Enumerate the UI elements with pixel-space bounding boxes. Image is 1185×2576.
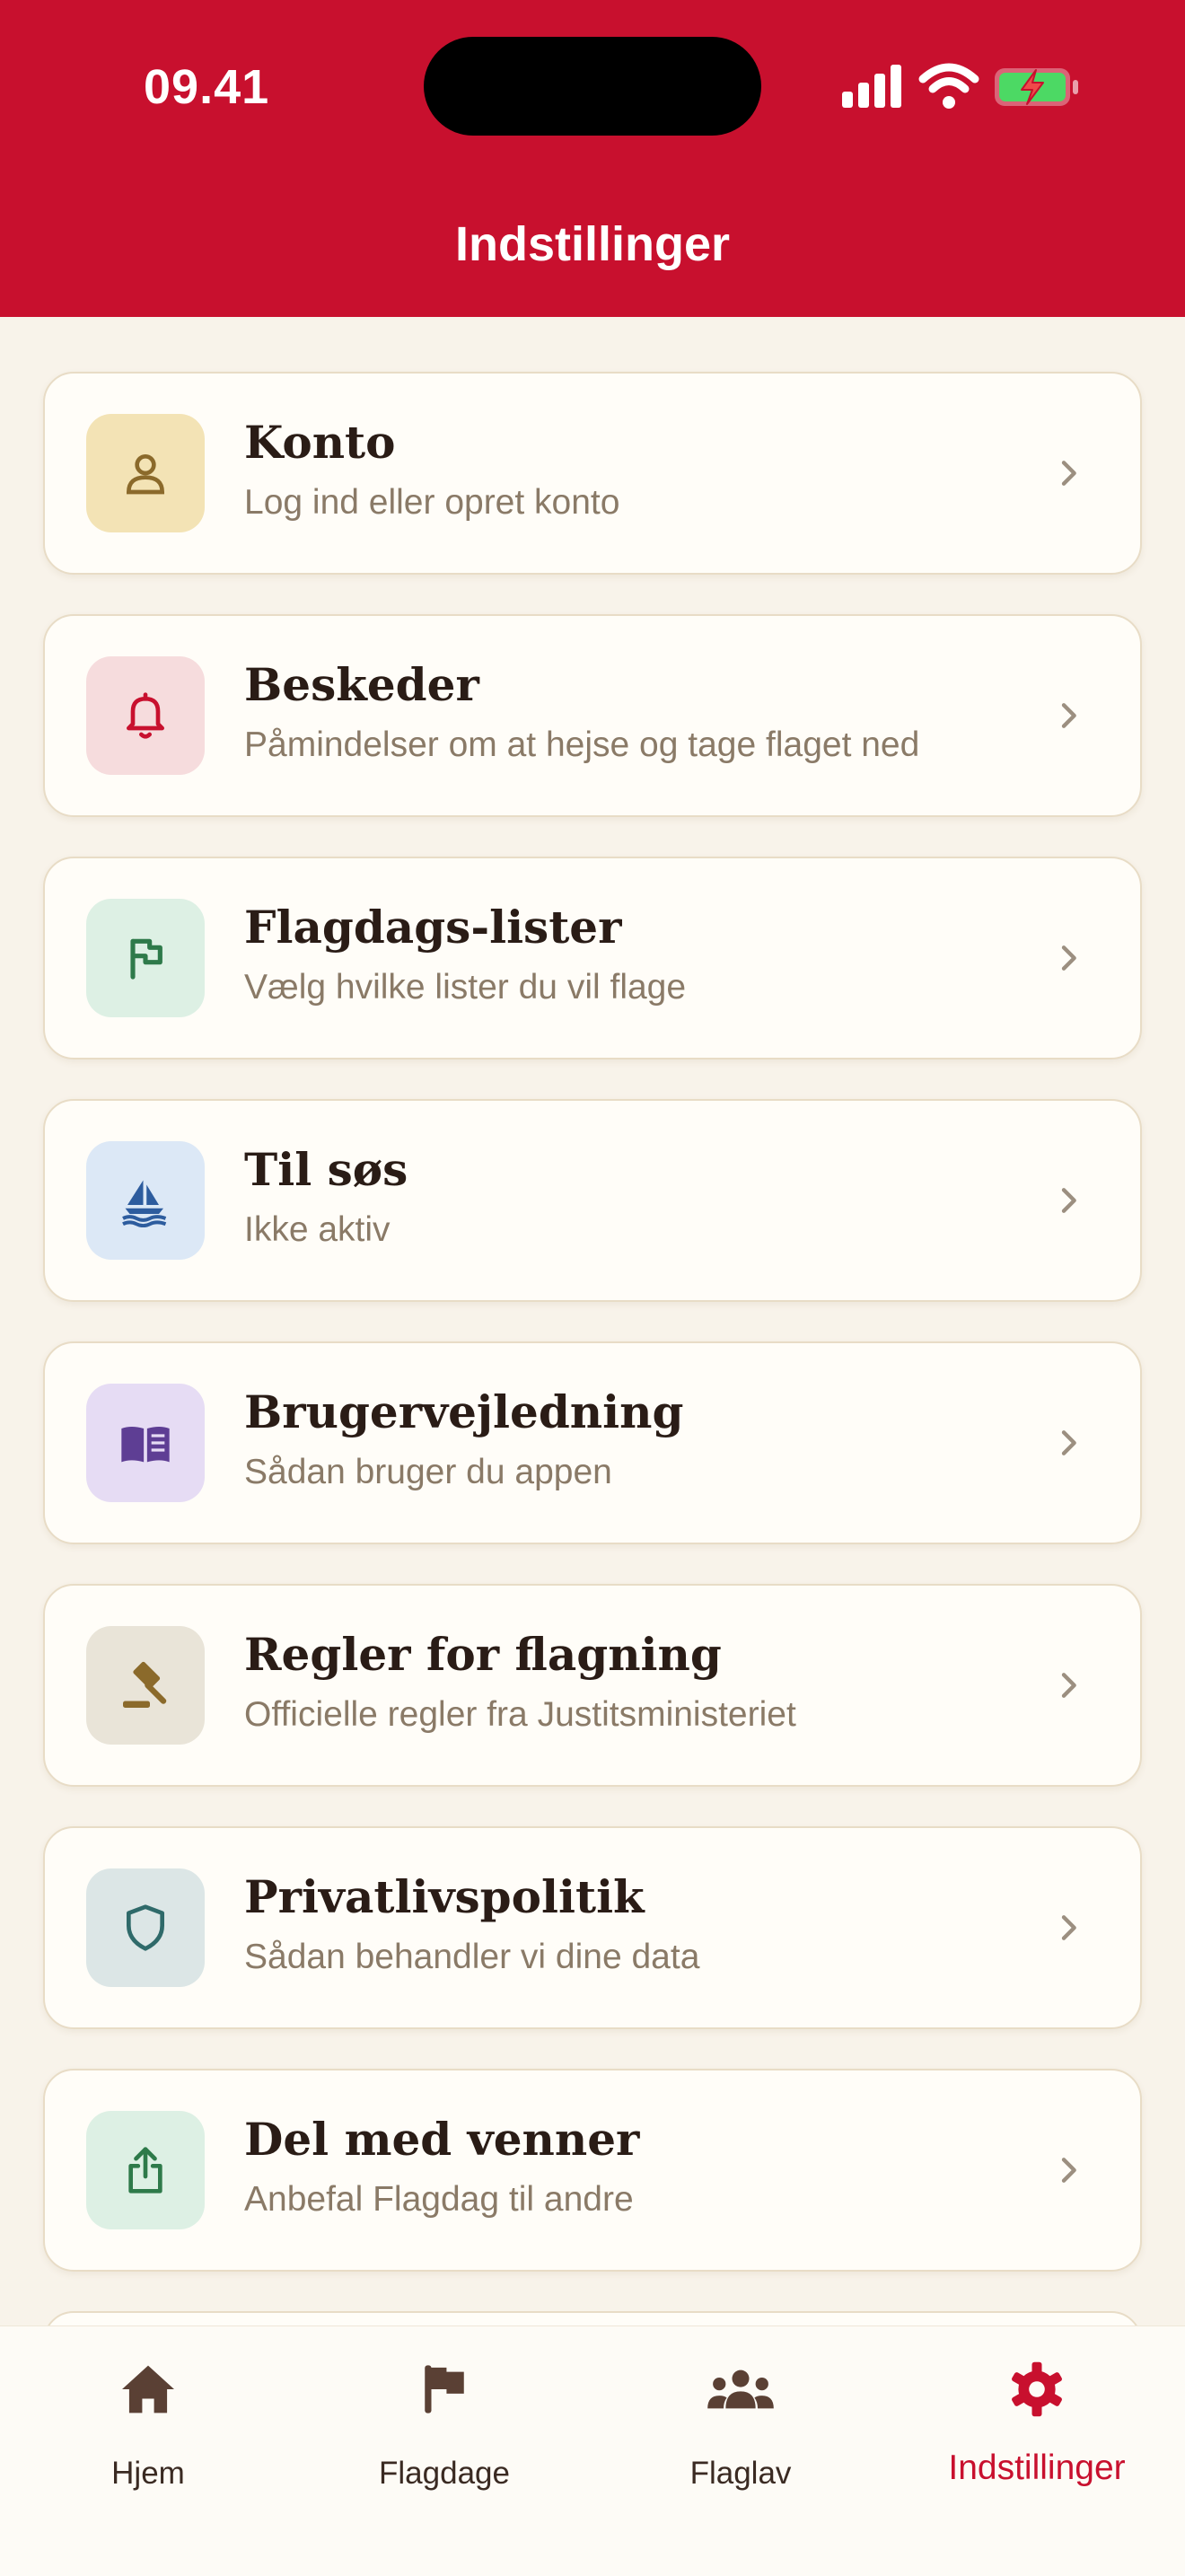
- user-icon: [126, 453, 165, 495]
- settings-item-title: Beskeder: [244, 658, 479, 711]
- flag-icon: [130, 938, 162, 980]
- settings-item-icon-bg: [86, 414, 205, 532]
- settings-item-subtitle: Anbefal Flagdag til andre: [244, 2180, 634, 2219]
- bell-icon: [127, 692, 165, 739]
- settings-item-beskeder[interactable]: Beskeder Påmindelser om at hejse og tage…: [43, 614, 1142, 817]
- status-time: 09.41: [144, 60, 270, 114]
- tab-hjem[interactable]: Hjem: [0, 2353, 296, 2515]
- settings-item-privatlivspolitik[interactable]: Privatlivspolitik Sådan behandler vi din…: [43, 1826, 1142, 2029]
- battery-charging-icon: [995, 68, 1078, 106]
- settings-item-subtitle: Officielle regler fra Justitsministeriet: [244, 1695, 796, 1734]
- settings-item-title: Konto: [244, 416, 396, 469]
- sailboat-icon: [122, 1180, 167, 1227]
- chevron-right-icon: [1061, 2158, 1076, 2183]
- settings-item-icon-bg: [86, 1868, 205, 1987]
- chevron-right-icon: [1061, 1188, 1076, 1213]
- wifi-icon: [918, 63, 979, 109]
- tab-flaglav[interactable]: Flaglav: [592, 2353, 889, 2515]
- settings-item-icon-bg: [86, 2111, 205, 2229]
- dynamic-island: [424, 37, 761, 136]
- settings-item-del-med-venner[interactable]: Del med venner Anbefal Flagdag til andre: [43, 2069, 1142, 2272]
- tab-indstillinger[interactable]: Indstillinger: [889, 2353, 1185, 2515]
- tab-bar: Hjem Flagdage Flaglav Indstillinger: [0, 2325, 1185, 2576]
- tab-label: Flaglav: [689, 2456, 792, 2491]
- settings-item-icon-bg: [86, 656, 205, 775]
- cellular-signal-icon: [842, 65, 901, 108]
- settings-item-subtitle: Ikke aktiv: [244, 1210, 391, 1249]
- chevron-right-icon: [1061, 1915, 1076, 1940]
- tab-flagdage[interactable]: Flagdage: [296, 2353, 592, 2515]
- home-icon: [122, 2365, 174, 2413]
- gavel-icon: [123, 1661, 167, 1708]
- settings-item-title: Del med venner: [244, 2113, 640, 2166]
- chevron-right-icon: [1061, 945, 1076, 971]
- settings-item-konto[interactable]: Konto Log ind eller opret konto: [43, 372, 1142, 575]
- chevron-right-icon: [1061, 1430, 1076, 1455]
- settings-item-subtitle: Påmindelser om at hejse og tage flaget n…: [244, 725, 920, 764]
- chevron-right-icon: [1061, 703, 1076, 728]
- settings-item-brugervejledning[interactable]: Brugervejledning Sådan bruger du appen: [43, 1341, 1142, 1544]
- settings-item-title: Flagdags-lister: [244, 901, 622, 954]
- settings-item-subtitle: Vælg hvilke lister du vil flage: [244, 968, 687, 1007]
- tab-label: Flagdage: [379, 2456, 510, 2491]
- settings-item-subtitle: Log ind eller opret konto: [244, 483, 620, 522]
- shield-icon: [127, 1904, 165, 1951]
- settings-item-flagdags-lister[interactable]: Flagdags-lister Vælg hvilke lister du vi…: [43, 857, 1142, 1059]
- gear-icon: [1012, 2361, 1062, 2417]
- settings-item-icon-bg: [86, 1141, 205, 1260]
- chevron-right-icon: [1061, 1673, 1076, 1698]
- settings-item-title: Brugervejledning: [244, 1385, 684, 1438]
- share-icon: [128, 2147, 162, 2194]
- settings-item-subtitle: Sådan bruger du appen: [244, 1453, 612, 1491]
- settings-item-title: Privatlivspolitik: [244, 1870, 645, 1923]
- settings-item-icon-bg: [86, 1384, 205, 1502]
- settings-item-til-sos[interactable]: Til søs Ikke aktiv: [43, 1099, 1142, 1302]
- settings-item-regler-for-flagning[interactable]: Regler for flagning Officielle regler fr…: [43, 1584, 1142, 1787]
- page-title: Indstillinger: [454, 217, 731, 271]
- flag-icon: [425, 2365, 464, 2413]
- settings-item-title: Til søs: [244, 1143, 408, 1196]
- chevron-right-icon: [1061, 461, 1076, 486]
- app-header: 09.41 Indstillinger: [0, 0, 1185, 317]
- tab-label: Indstillinger: [948, 2449, 1126, 2487]
- settings-item-icon-bg: [86, 1626, 205, 1745]
- settings-item-title: Regler for flagning: [244, 1628, 722, 1681]
- settings-item-subtitle: Sådan behandler vi dine data: [244, 1938, 700, 1976]
- settings-item-icon-bg: [86, 899, 205, 1017]
- people-icon: [707, 2369, 774, 2409]
- book-icon: [121, 1427, 170, 1463]
- tab-label: Hjem: [111, 2456, 185, 2491]
